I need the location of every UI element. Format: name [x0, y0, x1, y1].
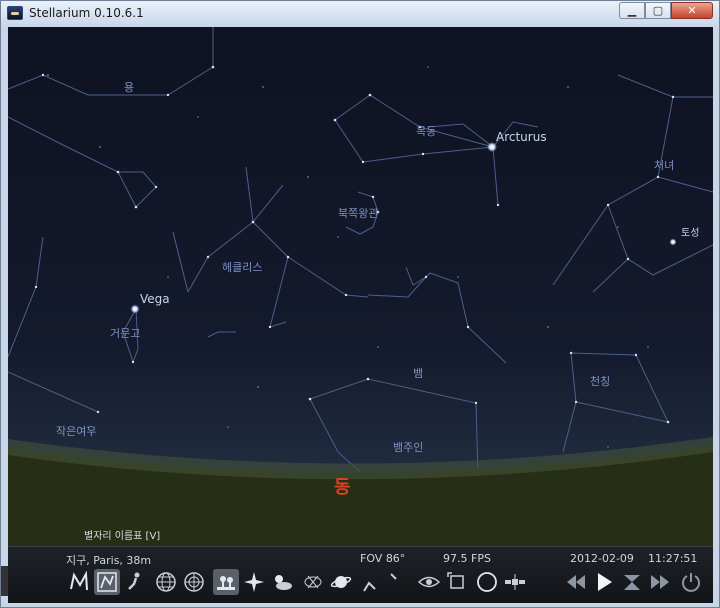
rewind-button[interactable] [563, 569, 589, 595]
constellation-label-libra: 천칭 [590, 375, 611, 388]
center-selected-button[interactable] [386, 569, 412, 595]
nebulas-button[interactable] [300, 569, 326, 595]
fps-info: 97.5 FPS [443, 552, 491, 565]
maximize-button[interactable]: ▢ [645, 2, 671, 19]
constellation-label-draco: 용 [124, 81, 135, 94]
cardinal-points-button[interactable] [241, 569, 267, 595]
atmosphere-icon [275, 575, 292, 590]
close-icon: ✕ [687, 4, 697, 17]
azgrid-icon [184, 572, 204, 592]
grid-icon [156, 572, 176, 592]
sky-view[interactable]: 용 목동 처녀 북쪽왕관 헤클리스 거문고 뱀 천칭 뱀주인 작은여우 Arct… [8, 27, 713, 602]
maximize-icon: ▢ [652, 4, 664, 17]
star-label-vega: Vega [140, 292, 170, 306]
constellation-label-hercules: 헤클리스 [222, 261, 263, 274]
fastforward-icon [651, 575, 669, 589]
hourglass-icon [624, 575, 640, 590]
fast-forward-button[interactable] [647, 569, 673, 595]
eye-icon [418, 576, 440, 588]
planet-label-saturn: 토성 [681, 228, 700, 239]
close-button[interactable]: ✕ [671, 2, 713, 19]
bright-stars [130, 142, 677, 314]
play-icon [598, 573, 612, 591]
real-time-button[interactable] [619, 569, 645, 595]
window-title: Stellarium 0.10.6.1 [29, 6, 144, 20]
status-message: 별자리 이름표 [V] [84, 531, 161, 542]
stellarium-window: Stellarium 0.10.6.1 ▁ ▢ ✕ 용 목동 처녀 북쪽왕관 헤… [0, 0, 720, 608]
planet-labels-button[interactable] [328, 569, 354, 595]
ground-button[interactable] [213, 569, 239, 595]
stellarium-app-icon [7, 6, 23, 20]
cardinal-east: 동 [334, 477, 351, 498]
minimize-icon: ▁ [627, 4, 637, 17]
title-bar[interactable]: Stellarium 0.10.6.1 ▁ ▢ ✕ [1, 1, 719, 26]
time-info: 11:27:51 [648, 552, 698, 565]
constellation-label-corona: 북쪽왕관 [338, 207, 379, 220]
circle-icon [477, 572, 497, 592]
crosshair-icon [390, 573, 397, 580]
ground-icon [217, 576, 235, 590]
power-icon [682, 573, 700, 592]
azimuth-grid-button[interactable] [181, 569, 207, 595]
ocular-button[interactable] [474, 569, 500, 595]
location-info: 지구, Paris, 38m [66, 554, 152, 567]
atmosphere-button[interactable] [269, 569, 295, 595]
art-icon [128, 572, 140, 590]
constellation-label-bootes: 목동 [416, 125, 437, 138]
fullscreen-button[interactable] [444, 569, 470, 595]
night-mode-button[interactable] [416, 569, 442, 595]
satellites-button[interactable] [502, 569, 528, 595]
mount-icon [363, 581, 376, 592]
constellation-label-vulpecula: 작은여우 [56, 425, 97, 438]
lines-icon [70, 571, 88, 591]
constellation-stars [34, 65, 675, 479]
play-button[interactable] [591, 569, 617, 595]
minimize-button[interactable]: ▁ [619, 2, 645, 19]
quit-button[interactable] [678, 569, 704, 595]
star-label-arcturus: Arcturus [496, 130, 547, 144]
fullscreen-icon [447, 572, 464, 589]
date-info: 2012-02-09 [570, 552, 634, 565]
equatorial-grid-button[interactable] [153, 569, 179, 595]
planet-icon [330, 576, 352, 588]
constellation-label-lyra: 거문고 [110, 327, 141, 340]
constellation-label-ophiuchus: 뱀주인 [393, 441, 424, 454]
window-controls: ▁ ▢ ✕ [619, 2, 713, 20]
cardinal-icon [244, 572, 264, 592]
sky-canvas [8, 27, 713, 602]
constellation-lines [8, 27, 713, 498]
satellite-icon [505, 574, 525, 590]
constellation-lines-button[interactable] [66, 569, 92, 595]
constellation-label-virgo: 처녀 [654, 159, 675, 172]
nebula-icon [304, 575, 322, 589]
constellation-labels-button[interactable] [94, 569, 120, 595]
equatorial-mount-button[interactable] [358, 569, 384, 595]
rewind-icon [567, 575, 585, 589]
constellation-label-serpens: 뱀 [413, 367, 424, 380]
background-stars [47, 66, 649, 448]
fov-info: FOV 86° [360, 552, 406, 565]
labels-icon [97, 572, 117, 592]
bottom-toolbar: 지구, Paris, 38m FOV 86° 97.5 FPS 2012-02-… [8, 546, 713, 603]
constellation-art-button[interactable] [122, 569, 148, 595]
